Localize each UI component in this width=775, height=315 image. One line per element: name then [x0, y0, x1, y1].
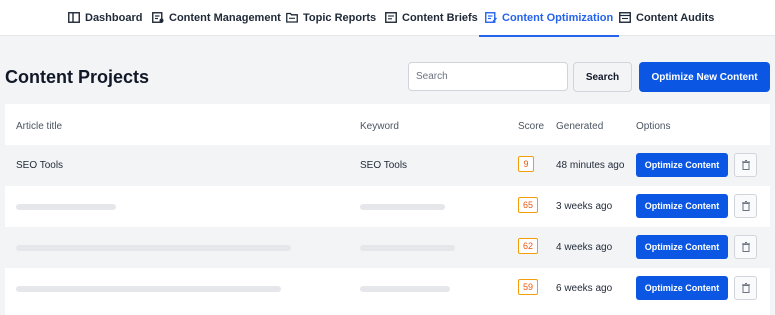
optimize-content-button[interactable]: Optimize Content: [636, 235, 728, 259]
column-header-keyword: Keyword: [360, 121, 399, 132]
score-badge: 9: [518, 156, 534, 172]
top-navigation: Dashboard Content Management Topic Repor…: [0, 0, 775, 37]
audit-icon: [619, 12, 631, 23]
tab-label: Content Optimization: [502, 11, 614, 24]
keyword: SEO Tools: [360, 160, 408, 171]
redacted-text: [360, 285, 450, 292]
optimization-icon: [485, 12, 497, 23]
tab-label: Topic Reports: [303, 11, 377, 24]
brief-icon: [385, 12, 397, 23]
column-header-options: Options: [636, 121, 671, 132]
trash-icon: [741, 201, 750, 211]
generated-time: 6 weeks ago: [556, 283, 613, 294]
redacted-text: [16, 244, 291, 251]
optimize-new-content-button[interactable]: Optimize New Content: [639, 62, 770, 92]
redacted-text: [360, 203, 445, 210]
trash-icon: [741, 160, 750, 170]
redacted-text: [16, 285, 281, 292]
search-input[interactable]: [408, 62, 568, 91]
column-header-generated: Generated: [556, 121, 604, 132]
trash-icon: [741, 283, 750, 293]
tab-content-briefs[interactable]: Content Briefs: [385, 0, 478, 35]
delete-button[interactable]: [734, 276, 757, 300]
delete-button[interactable]: [734, 153, 757, 177]
redacted-text: [16, 203, 116, 210]
delete-button[interactable]: [734, 235, 757, 259]
table-row[interactable]: 62 4 weeks ago Optimize Content: [5, 227, 770, 268]
folder-icon: [286, 12, 298, 23]
score-badge: 65: [518, 197, 539, 213]
delete-button[interactable]: [734, 194, 757, 218]
page-title: Content Projects: [5, 67, 150, 87]
tab-content-optimization[interactable]: Content Optimization: [478, 0, 620, 37]
tab-content-audits[interactable]: Content Audits: [619, 0, 714, 35]
content-management-icon: [152, 12, 164, 23]
article-title-redacted[interactable]: [16, 227, 291, 268]
keyword-redacted: [360, 227, 455, 268]
tab-label: Content Briefs: [402, 11, 478, 24]
table-row[interactable]: 59 6 weeks ago Optimize Content: [5, 268, 770, 309]
generated-time: 48 minutes ago: [556, 160, 625, 171]
optimize-content-button[interactable]: Optimize Content: [636, 153, 728, 177]
keyword-redacted: [360, 186, 445, 227]
keyword-redacted: [360, 268, 450, 309]
content-projects-table: Article title Keyword Score Generated Op…: [5, 104, 770, 315]
generated-time: 4 weeks ago: [556, 242, 613, 253]
tab-label: Content Audits: [636, 11, 715, 24]
trash-icon: [741, 242, 750, 252]
score-badge: 59: [518, 279, 539, 295]
dashboard-icon: [68, 12, 80, 23]
score-badge: 62: [518, 238, 539, 254]
tab-dashboard[interactable]: Dashboard: [68, 0, 142, 35]
redacted-text: [360, 244, 455, 251]
generated-time: 3 weeks ago: [556, 201, 613, 212]
tab-content-management[interactable]: Content Management: [152, 0, 281, 35]
tab-label: Content Management: [169, 11, 281, 24]
article-title-redacted[interactable]: [16, 186, 116, 227]
article-title[interactable]: SEO Tools: [16, 145, 63, 186]
column-header-article-title: Article title: [16, 121, 63, 132]
column-header-score: Score: [518, 121, 545, 132]
tab-label: Dashboard: [85, 11, 143, 24]
article-title-redacted[interactable]: [16, 268, 281, 309]
search-button[interactable]: Search: [573, 62, 632, 92]
table-row[interactable]: 65 3 weeks ago Optimize Content: [5, 186, 770, 227]
optimize-content-button[interactable]: Optimize Content: [636, 276, 728, 300]
table-row[interactable]: SEO Tools SEO Tools 9 48 minutes ago Opt…: [5, 145, 770, 186]
tab-topic-reports[interactable]: Topic Reports: [286, 0, 376, 35]
optimize-content-button[interactable]: Optimize Content: [636, 194, 728, 218]
